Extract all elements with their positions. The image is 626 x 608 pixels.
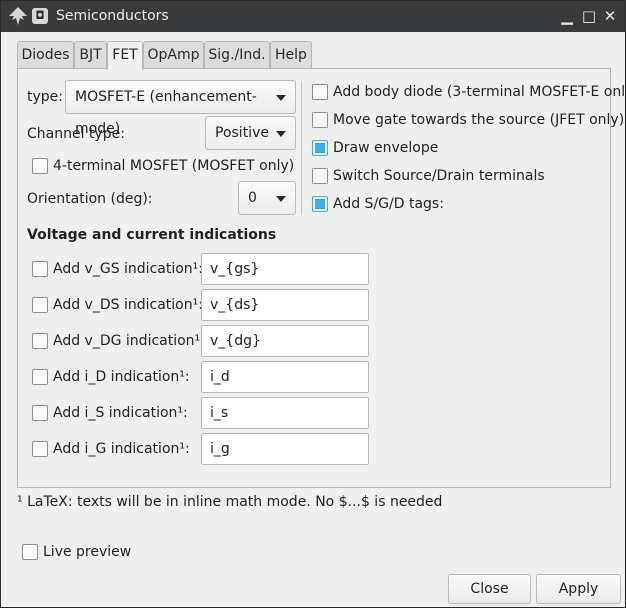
tab-bjt[interactable]: BJT	[74, 41, 107, 69]
latex-footnote: ¹ LaTeX: texts will be in inline math mo…	[17, 494, 443, 510]
tab-diodes[interactable]: Diodes	[17, 41, 74, 69]
ig-indication-label: Add i_G indication¹:	[53, 441, 190, 457]
vds-indication-checkbox[interactable]	[32, 297, 48, 313]
body-diode-checkbox[interactable]	[312, 84, 328, 100]
window-title: Semiconductors	[56, 8, 169, 24]
sgd-tags-checkbox[interactable]	[312, 196, 328, 212]
id-indication-label: Add i_D indication¹:	[53, 369, 190, 385]
minimize-button[interactable]: ▁	[557, 6, 577, 26]
orientation-label: Orientation (deg):	[27, 191, 153, 207]
tab-opamp[interactable]: OpAmp	[143, 41, 204, 69]
vgs-indication-checkbox[interactable]	[32, 261, 48, 277]
maximize-button[interactable]: □	[579, 6, 599, 26]
vdg-indication-checkbox[interactable]	[32, 333, 48, 349]
titlebar[interactable]: ◘ Semiconductors ▁ □ ✕	[1, 1, 625, 32]
tab-sig-ind[interactable]: Sig./Ind.	[204, 41, 270, 69]
vdg-indication-label: Add v_DG indication¹:	[53, 333, 205, 349]
pin-icon[interactable]: ◘	[32, 8, 48, 24]
indications-heading: Voltage and current indications	[27, 227, 277, 243]
chevron-down-icon	[276, 196, 286, 202]
switch-source-drain-label: Switch Source/Drain terminals	[333, 168, 545, 184]
switch-source-drain-checkbox[interactable]	[312, 168, 328, 184]
semiconductors-dialog: ◘ Semiconductors ▁ □ ✕ Diodes BJT FET Op…	[0, 0, 626, 608]
sgd-tags-label: Add S/G/D tags:	[333, 196, 444, 212]
is-indication-checkbox[interactable]	[32, 405, 48, 421]
id-indication-input[interactable]: i_d	[201, 361, 369, 393]
tab-help[interactable]: Help	[270, 41, 312, 69]
chevron-down-icon	[276, 131, 286, 137]
orientation-combobox[interactable]: 0	[238, 181, 296, 215]
is-indication-input[interactable]: i_s	[201, 397, 369, 429]
apply-button[interactable]: Apply	[536, 574, 621, 604]
channel-type-combobox[interactable]: Positive	[205, 116, 296, 150]
vds-indication-label: Add v_DS indication¹:	[53, 297, 203, 313]
id-indication-checkbox[interactable]	[32, 369, 48, 385]
is-indication-label: Add i_S indication¹:	[53, 405, 188, 421]
four-terminal-checkbox[interactable]	[32, 158, 48, 174]
column-separator	[301, 81, 302, 215]
inkscape-app-icon	[9, 7, 27, 25]
channel-type-label: Channel type:	[27, 126, 125, 142]
body-diode-label: Add body diode (3-terminal MOSFET-E only…	[333, 84, 626, 100]
four-terminal-label: 4-terminal MOSFET (MOSFET only)	[53, 158, 295, 174]
move-gate-checkbox[interactable]	[312, 112, 328, 128]
orientation-value: 0	[248, 190, 257, 206]
draw-envelope-checkbox[interactable]	[312, 140, 328, 156]
chevron-down-icon	[276, 95, 286, 101]
channel-type-value: Positive	[215, 125, 269, 141]
vds-indication-input[interactable]: v_{ds}	[201, 289, 369, 321]
live-preview-label: Live preview	[43, 544, 132, 560]
live-preview-checkbox[interactable]	[22, 544, 38, 560]
vgs-indication-label: Add v_GS indication¹:	[53, 261, 203, 277]
close-window-button[interactable]: ✕	[600, 6, 620, 26]
type-label: type:	[27, 89, 63, 105]
tab-fet[interactable]: FET	[107, 41, 143, 70]
move-gate-label: Move gate towards the source (JFET only)	[333, 112, 625, 128]
vgs-indication-input[interactable]: v_{gs}	[201, 253, 369, 285]
close-button[interactable]: Close	[448, 574, 531, 604]
ig-indication-input[interactable]: i_g	[201, 433, 369, 465]
type-combobox[interactable]: MOSFET-E (enhancement-mode)	[65, 80, 296, 137]
ig-indication-checkbox[interactable]	[32, 441, 48, 457]
draw-envelope-label: Draw envelope	[333, 140, 439, 156]
vdg-indication-input[interactable]: v_{dg}	[201, 325, 369, 357]
